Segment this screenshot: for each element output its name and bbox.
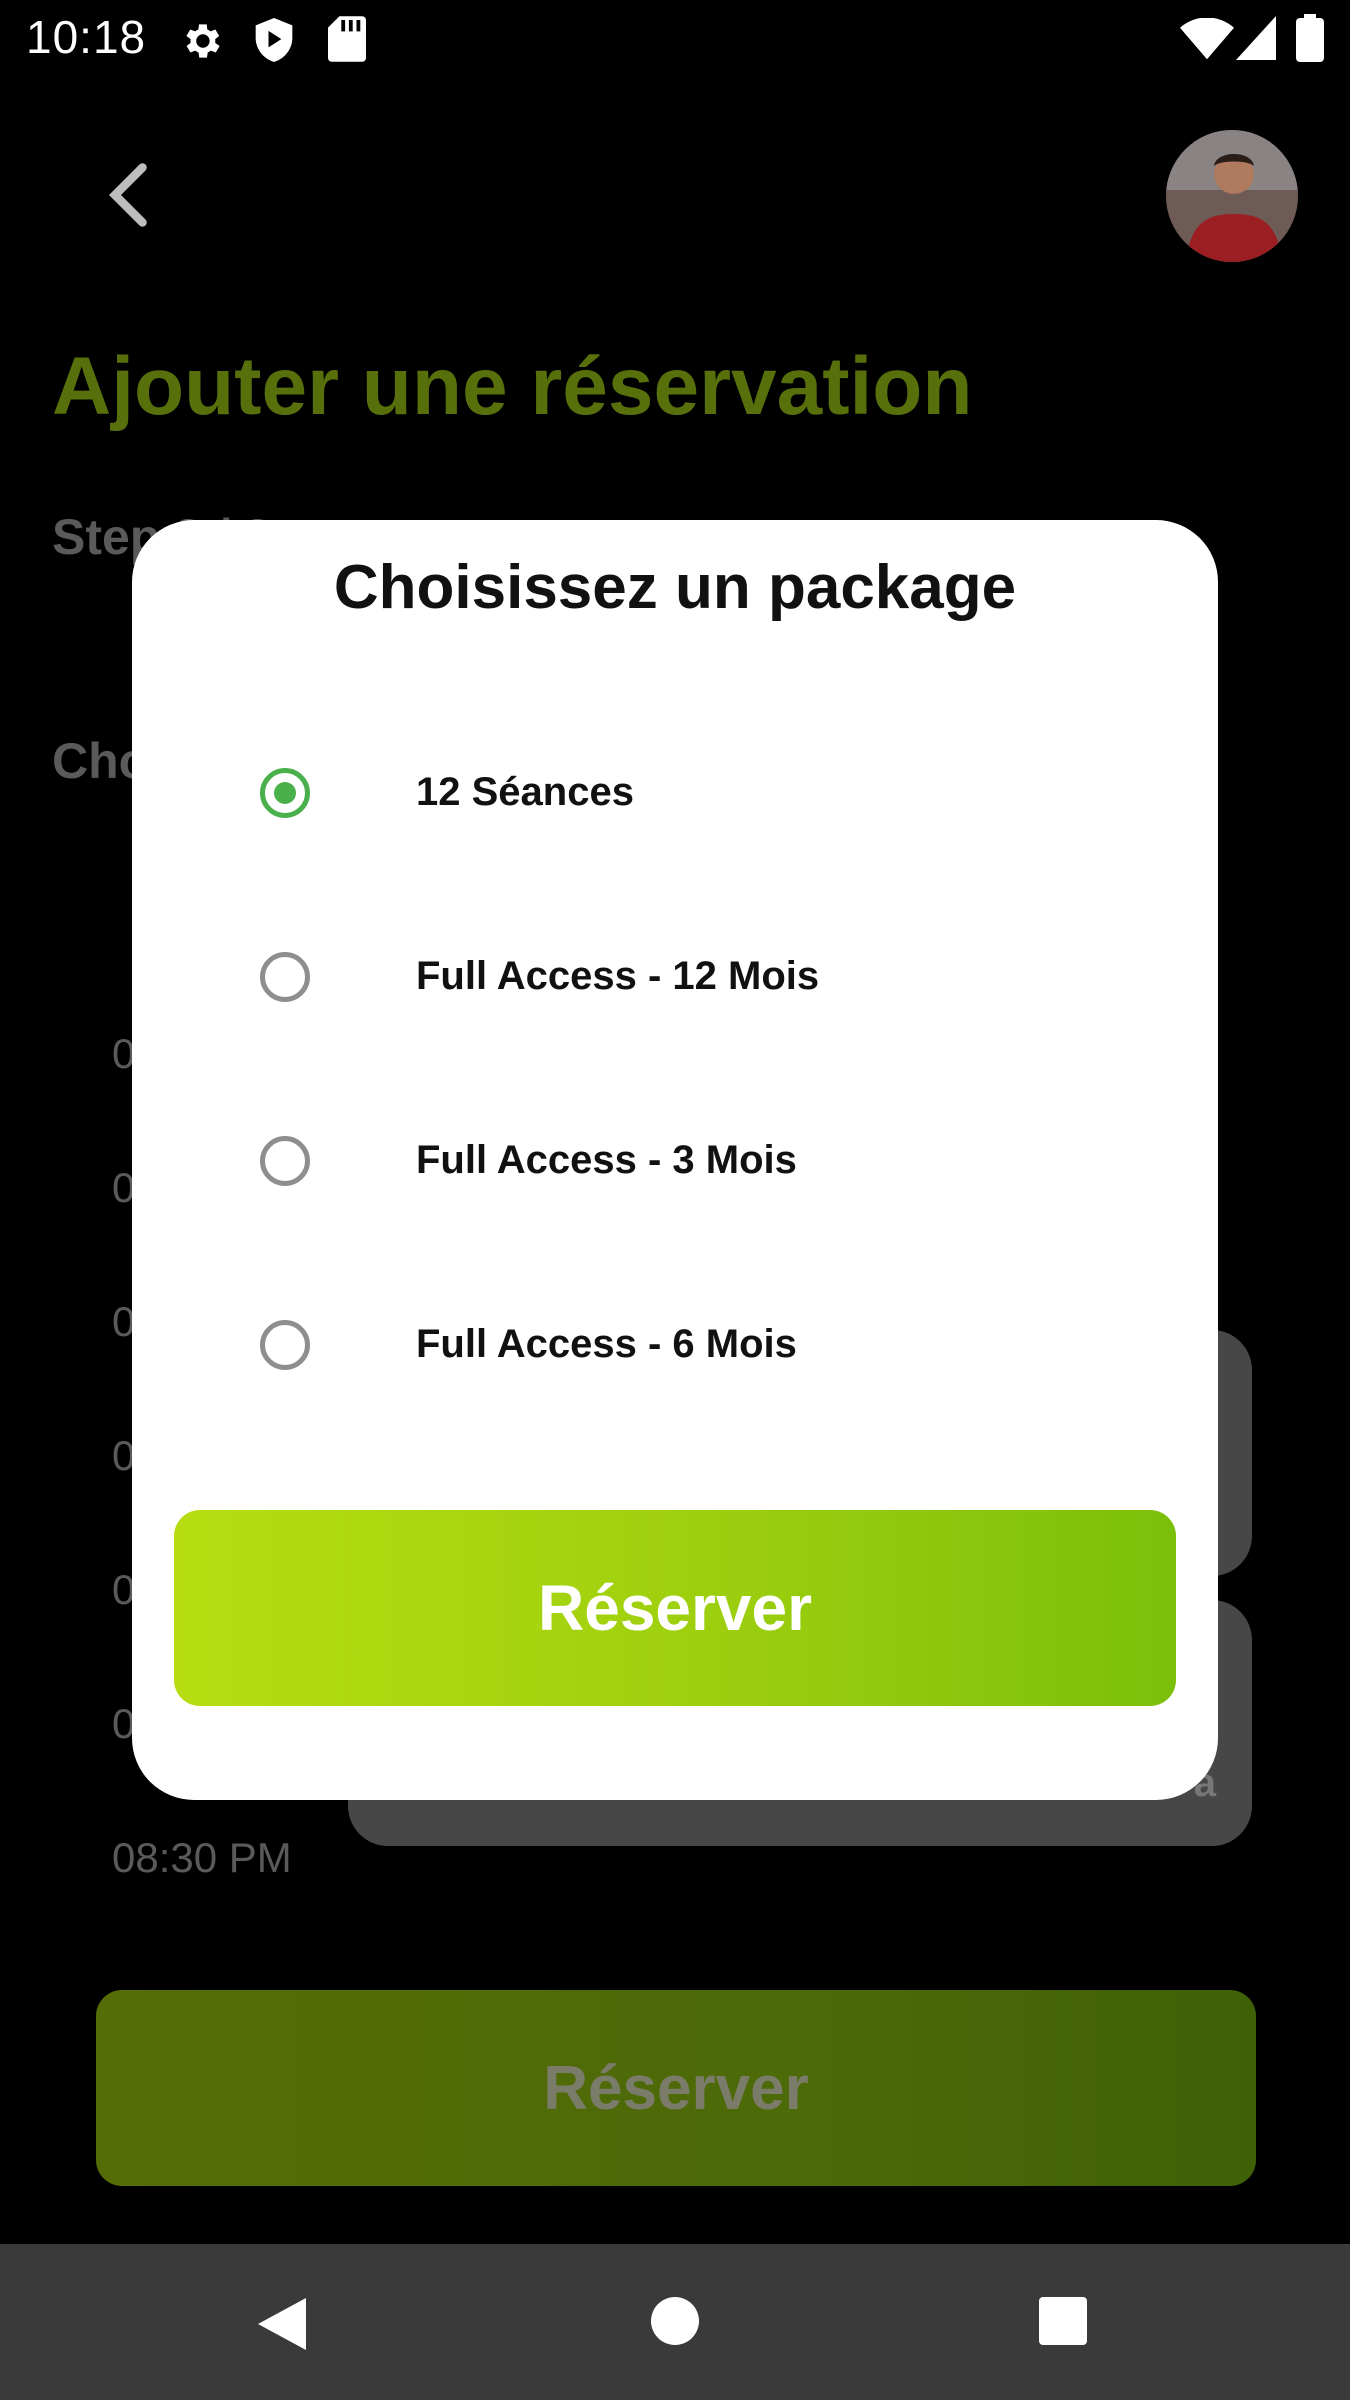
shield-play-icon [255,18,293,62]
option-label: Full Access - 6 Mois [416,1322,797,1366]
wifi-icon [1180,18,1234,60]
package-option-full-access-3-mois[interactable]: Full Access - 3 Mois [256,1116,1156,1216]
avatar-image [1166,130,1298,262]
option-label: Full Access - 3 Mois [416,1138,797,1182]
battery-icon [1296,14,1324,62]
recents-square-icon[interactable] [1038,2296,1088,2346]
sd-card-icon [328,16,366,62]
radio-selected-icon[interactable] [260,768,310,818]
navigation-bar [0,2244,1350,2400]
reserve-button-background[interactable]: Réserver [96,1990,1256,2186]
package-option-full-access-12-mois[interactable]: Full Access - 12 Mois [256,932,1156,1032]
user-avatar[interactable] [1166,130,1298,262]
package-option-12-seances[interactable]: 12 Séances [256,748,1156,848]
page-title: Ajouter une réservation [52,341,973,432]
reserve-button[interactable]: Réserver [174,1510,1176,1706]
package-dialog: Choisissez un package 12 Séances Full Ac… [132,520,1218,1800]
chevron-left-icon[interactable] [100,160,160,230]
home-circle-icon[interactable] [650,2296,700,2346]
time-slot: 08:30 PM [112,1834,292,1881]
dialog-title: Choisissez un package [333,553,1017,622]
status-time: 10:18 [26,11,147,63]
status-bar: 10:18 [0,0,1350,80]
signal-icon [1236,16,1276,60]
settings-icon [186,24,220,58]
radio-unselected-icon[interactable] [260,1136,310,1186]
back-triangle-icon[interactable] [254,2294,310,2354]
package-option-full-access-6-mois[interactable]: Full Access - 6 Mois [256,1300,1156,1400]
option-label: Full Access - 12 Mois [416,954,820,998]
option-label: 12 Séances [416,770,634,814]
radio-unselected-icon[interactable] [260,1320,310,1370]
radio-unselected-icon[interactable] [260,952,310,1002]
